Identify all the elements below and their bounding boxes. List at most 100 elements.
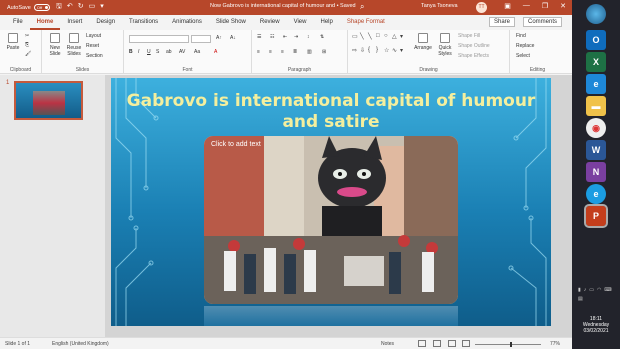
language-tray-icon[interactable]: ⌨ — [604, 287, 611, 293]
tab-review[interactable]: Review — [253, 15, 287, 30]
slide-sorter-icon[interactable] — [433, 340, 441, 347]
copy-icon[interactable]: ⎘ — [25, 42, 29, 48]
slideshow-view-icon[interactable] — [462, 340, 470, 347]
reset-button[interactable]: Reset — [86, 43, 99, 49]
bullets-icon[interactable]: ☰ — [257, 34, 261, 40]
internet-explorer-icon[interactable]: e — [586, 74, 606, 94]
slideshow-icon[interactable]: ▭ — [89, 2, 96, 13]
shape-outline-button[interactable]: Shape Outline — [458, 43, 490, 49]
decrease-indent-icon[interactable]: ⇤ — [283, 34, 287, 40]
tab-animations[interactable]: Animations — [165, 15, 209, 30]
tab-design[interactable]: Design — [89, 15, 122, 30]
notifications-icon[interactable]: ▤ — [578, 296, 583, 302]
chrome-icon[interactable]: ◉ — [586, 118, 606, 138]
paste-button[interactable]: Paste — [5, 33, 21, 51]
italic-icon[interactable]: I — [138, 49, 139, 55]
oval-shape-icon[interactable]: ○ — [384, 33, 392, 47]
autosave-toggle[interactable]: AutoSave Off — [7, 4, 50, 11]
replace-button[interactable]: Replace — [516, 43, 534, 49]
line2-shape-icon[interactable]: ╲ — [368, 33, 376, 47]
comments-button[interactable]: Comments — [523, 17, 563, 27]
tab-transitions[interactable]: Transitions — [122, 15, 165, 30]
normal-view-icon[interactable] — [418, 340, 426, 347]
reuse-slides-button[interactable]: Reuse Slides — [66, 33, 82, 57]
tab-home[interactable]: Home — [29, 15, 61, 30]
tab-insert[interactable]: Insert — [60, 15, 89, 30]
zoom-level[interactable]: 77% — [550, 341, 560, 347]
format-painter-icon[interactable]: 🖌 — [25, 51, 31, 57]
battery-icon[interactable]: ▭ — [589, 287, 594, 293]
rect-shape-icon[interactable]: □ — [376, 33, 384, 47]
curve-shape-icon[interactable]: ∿ — [392, 47, 400, 61]
content-placeholder[interactable]: Click to add text — [211, 141, 261, 148]
underline-icon[interactable]: U — [147, 49, 151, 55]
align-left-icon[interactable]: ≡ — [257, 49, 260, 55]
strikethrough-icon[interactable]: ab — [166, 49, 172, 55]
word-icon[interactable]: W — [586, 140, 606, 160]
layout-button[interactable]: Layout — [86, 33, 101, 39]
star-shape-icon[interactable]: ☆ — [384, 47, 392, 61]
tab-shape-format[interactable]: Shape Format — [340, 15, 392, 30]
slide-title[interactable]: Gabrovo is international capital of humo… — [111, 91, 551, 133]
expand-shape-icon[interactable]: ▾ — [400, 47, 408, 61]
text-direction-icon[interactable]: ⇅ — [320, 34, 324, 40]
find-button[interactable]: Find — [516, 33, 526, 39]
columns-icon[interactable]: ▥ — [307, 49, 312, 55]
volume-icon[interactable]: ♪ — [584, 287, 587, 293]
font-name-box[interactable] — [129, 35, 189, 43]
customize-qat-icon[interactable]: ▾ — [100, 2, 104, 13]
onenote-icon[interactable]: N — [586, 162, 606, 182]
font-color-icon[interactable]: A — [214, 49, 217, 55]
shadow-icon[interactable]: S — [156, 49, 159, 55]
close-icon[interactable]: ✕ — [560, 2, 566, 10]
edge-icon[interactable]: e — [586, 184, 606, 204]
undo-icon[interactable]: ↶ — [67, 2, 73, 13]
save-icon[interactable]: 🖫 — [56, 2, 62, 13]
more-shape-icon[interactable]: ▾ — [400, 33, 408, 47]
tab-file[interactable]: File — [6, 15, 30, 30]
excel-icon[interactable]: X — [586, 52, 606, 72]
arrange-button[interactable]: Arrange — [414, 33, 432, 51]
user-name[interactable]: Tanya Tsoneva — [421, 3, 458, 9]
shape-effects-button[interactable]: Shape Effects — [458, 53, 489, 59]
arrow-shape-icon[interactable]: ⇨ — [352, 47, 360, 61]
cut-icon[interactable]: ✂ — [25, 33, 29, 39]
minimize-icon[interactable]: — — [523, 2, 530, 10]
bold-icon[interactable]: B — [129, 49, 133, 55]
justify-icon[interactable]: ≣ — [293, 49, 297, 55]
align-right-icon[interactable]: ≡ — [281, 49, 284, 55]
language-indicator[interactable]: English (United Kingdom) — [52, 341, 109, 347]
slide-photo[interactable] — [204, 136, 458, 304]
tab-help[interactable]: Help — [313, 15, 339, 30]
brace2-shape-icon[interactable]: } — [376, 47, 384, 61]
notes-button[interactable]: Notes — [381, 341, 394, 347]
change-case-icon[interactable]: Aa — [194, 49, 200, 55]
font-size-box[interactable] — [191, 35, 211, 43]
textbox-shape-icon[interactable]: ▭ — [352, 33, 360, 47]
file-explorer-icon[interactable]: ▬ — [586, 96, 606, 116]
smartart-icon[interactable]: ⊞ — [322, 49, 326, 55]
shapes-gallery[interactable]: ▭ ╲ ╲ □ ○ △ ▾ ⇨ ⇩ { } ☆ ∿ ▾ — [352, 33, 408, 61]
line-spacing-icon[interactable]: ↕ — [307, 34, 310, 40]
restore-icon[interactable]: ❐ — [542, 2, 548, 10]
share-button[interactable]: Share — [489, 17, 516, 27]
slide[interactable]: Gabrovo is international capital of humo… — [111, 78, 551, 326]
numbering-icon[interactable]: ☷ — [270, 34, 274, 40]
shape-fill-button[interactable]: Shape Fill — [458, 33, 480, 39]
char-spacing-icon[interactable]: AV — [179, 49, 185, 55]
increase-font-icon[interactable]: A↑ — [216, 35, 222, 41]
outlook-icon[interactable]: O — [586, 30, 606, 50]
line-shape-icon[interactable]: ╲ — [360, 33, 368, 47]
section-button[interactable]: Section — [86, 53, 103, 59]
triangle-shape-icon[interactable]: △ — [392, 33, 400, 47]
ribbon-display-icon[interactable]: ▣ — [504, 2, 511, 10]
avatar[interactable]: TT — [476, 2, 487, 13]
network-icon[interactable]: ▮ — [578, 287, 581, 293]
start-icon[interactable] — [586, 4, 606, 24]
tab-slide-show[interactable]: Slide Show — [209, 15, 253, 30]
clock[interactable]: 18:11 Wednesday 03/02/2021 — [572, 316, 620, 334]
align-center-icon[interactable]: ≡ — [269, 49, 272, 55]
new-slide-button[interactable]: New Slide — [47, 33, 63, 57]
wifi-icon[interactable]: ◠ — [597, 287, 601, 293]
powerpoint-icon[interactable]: P — [584, 204, 608, 228]
